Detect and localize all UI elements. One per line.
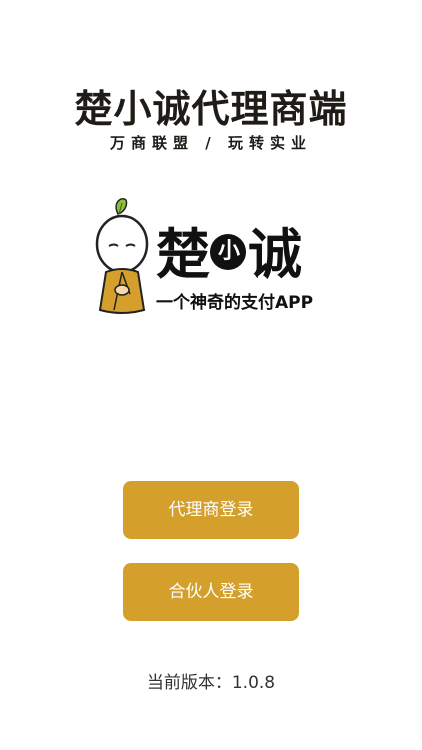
app-title: 楚小诚代理商端 xyxy=(74,87,348,131)
logo: 楚小诚 一个神奇的支付APP xyxy=(92,194,342,319)
version-text: 当前版本：1.0.8 xyxy=(146,673,276,693)
logo-wordmark: 楚小诚 xyxy=(156,210,302,289)
partner-login-button[interactable]: 合伙人登录 xyxy=(123,563,299,621)
logo-char-mid: 小 xyxy=(210,234,246,271)
logo-char-right: 诚 xyxy=(248,223,302,286)
logo-slogan: 一个神奇的支付APP xyxy=(156,293,314,313)
app-subtitle: 万商联盟 / 玩转实业 xyxy=(110,134,312,152)
agent-login-button[interactable]: 代理商登录 xyxy=(123,481,299,539)
logo-char-left: 楚 xyxy=(156,223,210,286)
monk-mascot-icon xyxy=(95,198,149,314)
